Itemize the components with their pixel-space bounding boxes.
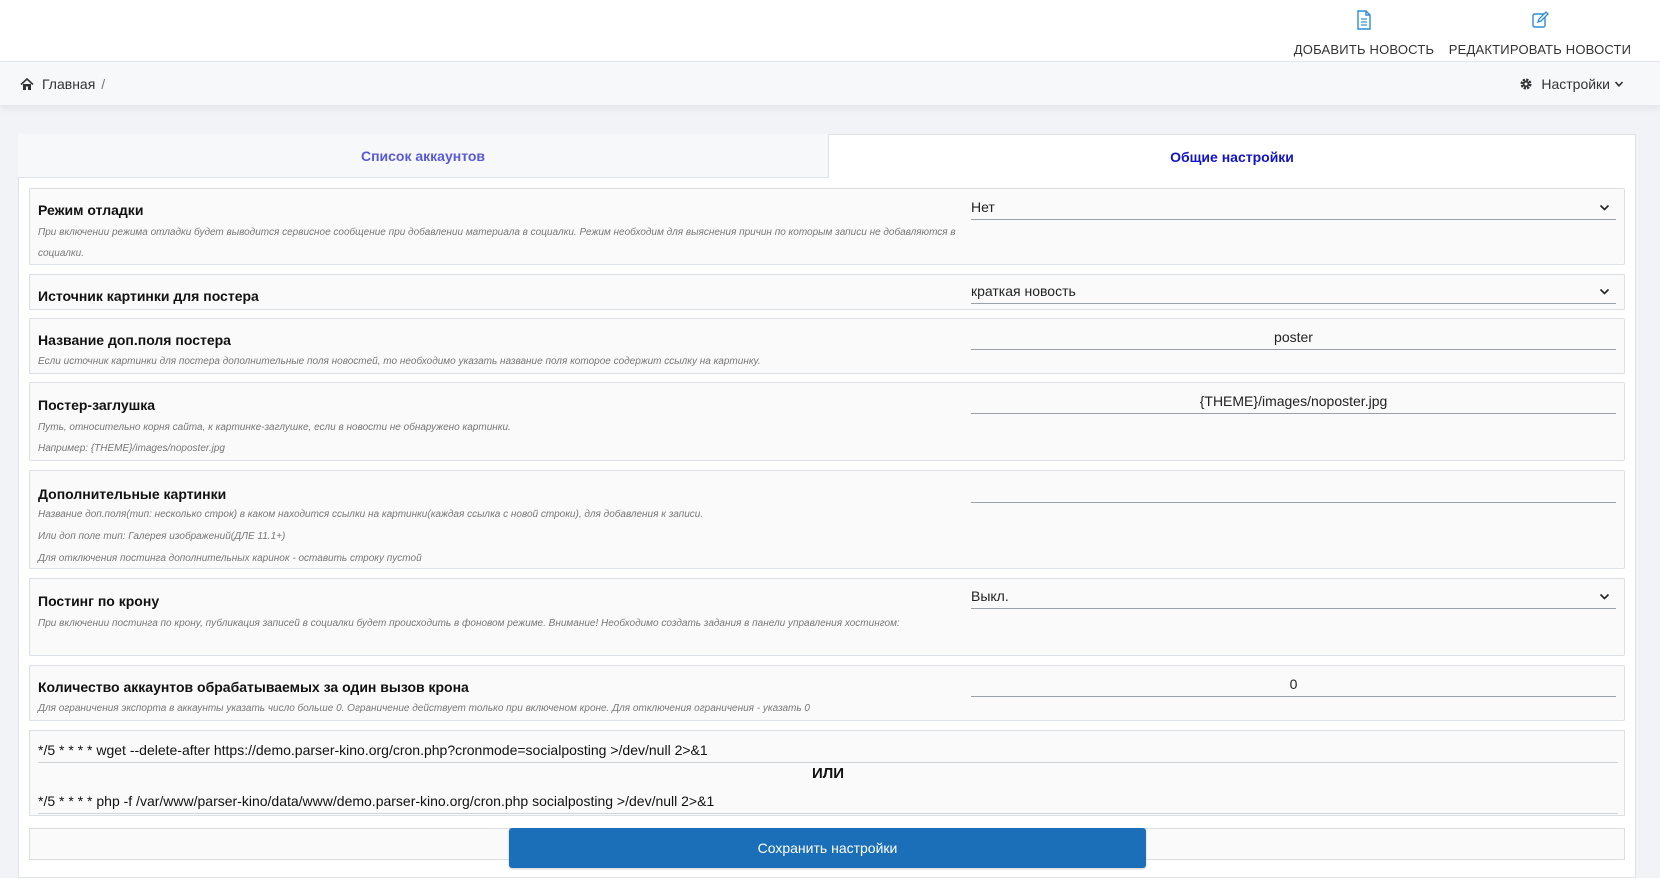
- gear-icon: [1520, 78, 1532, 90]
- chevron-down-icon: [1599, 204, 1610, 211]
- breadcrumb-home-link[interactable]: Главная: [42, 76, 95, 92]
- setting-hint: Если источник картинки для постера допол…: [38, 356, 761, 367]
- setting-poster-source: Источник картинки для постера краткая но…: [29, 274, 1625, 310]
- cron-command-php[interactable]: */5 * * * * php -f /var/www/parser-kino/…: [38, 790, 1618, 814]
- save-settings-button[interactable]: Сохранить настройки: [509, 828, 1146, 868]
- cron-command-wget[interactable]: */5 * * * * wget --delete-after https://…: [38, 739, 1618, 763]
- tab-general-settings[interactable]: Общие настройки: [828, 134, 1636, 178]
- setting-hint: Путь, относительно корня сайта, к картин…: [38, 422, 511, 433]
- setting-title: Количество аккаунтов обрабатываемых за о…: [38, 679, 469, 695]
- setting-extra-images: Дополнительные картинки Название доп.пол…: [29, 470, 1625, 569]
- setting-hint-2: Или доп поле тип: Галерея изображений(ДЛ…: [38, 531, 286, 542]
- home-icon: [20, 77, 34, 90]
- setting-hint: При включении постинга по крону, публика…: [38, 618, 900, 629]
- debug-mode-select[interactable]: Нет: [971, 196, 1616, 220]
- setting-cron-posting: Постинг по крону При включении постинга …: [29, 578, 1625, 656]
- poster-field-input[interactable]: poster: [971, 326, 1616, 350]
- edit-news-button[interactable]: РЕДАКТИРОВАТЬ НОВОСТИ: [1448, 8, 1632, 58]
- save-settings-label: Сохранить настройки: [757, 840, 898, 856]
- cron-or-label: ИЛИ: [811, 765, 845, 782]
- edit-news-label: РЕДАКТИРОВАТЬ НОВОСТИ: [1448, 42, 1632, 57]
- cron-commands: */5 * * * * wget --delete-after https://…: [29, 730, 1625, 816]
- setting-title: Постинг по крону: [38, 593, 160, 609]
- setting-hint-example: Например: {THEME}/images/noposter.jpg: [38, 443, 225, 454]
- setting-hint: Для ограничения экспорта в аккаунты указ…: [38, 703, 810, 714]
- chevron-down-icon: [1614, 81, 1624, 87]
- setting-title: Режим отладки: [38, 202, 144, 218]
- breadcrumb-bar: Главная / Настройки: [0, 62, 1660, 106]
- poster-source-select[interactable]: краткая новость: [971, 280, 1616, 304]
- setting-poster-stub: Постер-заглушка Путь, относительно корня…: [29, 382, 1625, 461]
- breadcrumb-separator: /: [101, 76, 106, 92]
- setting-hint-3: Для отключения постинга дополнительных к…: [38, 553, 422, 564]
- setting-poster-field: Название доп.поля постера Если источник …: [29, 318, 1625, 374]
- edit-icon: [1532, 11, 1549, 28]
- chevron-down-icon: [1599, 288, 1610, 295]
- top-bar: ДОБАВИТЬ НОВОСТЬ РЕДАКТИРОВАТЬ НОВОСТИ: [0, 0, 1660, 62]
- document-icon: [1357, 10, 1371, 30]
- add-news-label: ДОБАВИТЬ НОВОСТЬ: [1293, 42, 1435, 57]
- setting-debug-mode: Режим отладки При включении режима отлад…: [29, 188, 1625, 265]
- breadcrumb: Главная /: [20, 76, 105, 92]
- tab-accounts-list[interactable]: Список аккаунтов: [18, 134, 828, 178]
- tab-general-settings-label: Общие настройки: [1170, 148, 1294, 165]
- setting-title: Источник картинки для постера: [38, 288, 259, 304]
- setting-title: Постер-заглушка: [38, 397, 156, 413]
- setting-cron-limit: Количество аккаунтов обрабатываемых за о…: [29, 665, 1625, 721]
- chevron-down-icon: [1599, 593, 1610, 600]
- setting-title: Название доп.поля постера: [38, 332, 231, 348]
- setting-hint: Название доп.поля(тип: несколько строк) …: [38, 509, 704, 520]
- cron-limit-input[interactable]: 0: [971, 673, 1616, 697]
- cron-posting-select[interactable]: Выкл.: [971, 585, 1616, 609]
- add-news-button[interactable]: ДОБАВИТЬ НОВОСТЬ: [1293, 8, 1435, 58]
- setting-hint: При включении режима отладки будет вывод…: [38, 227, 956, 259]
- settings-menu[interactable]: Настройки: [1519, 76, 1624, 92]
- settings-menu-label: Настройки: [1541, 76, 1610, 92]
- poster-stub-input[interactable]: {THEME}/images/noposter.jpg: [971, 390, 1616, 414]
- setting-title: Дополнительные картинки: [38, 486, 227, 502]
- extra-images-input[interactable]: [971, 479, 1616, 503]
- tab-accounts-list-label: Список аккаунтов: [360, 147, 486, 164]
